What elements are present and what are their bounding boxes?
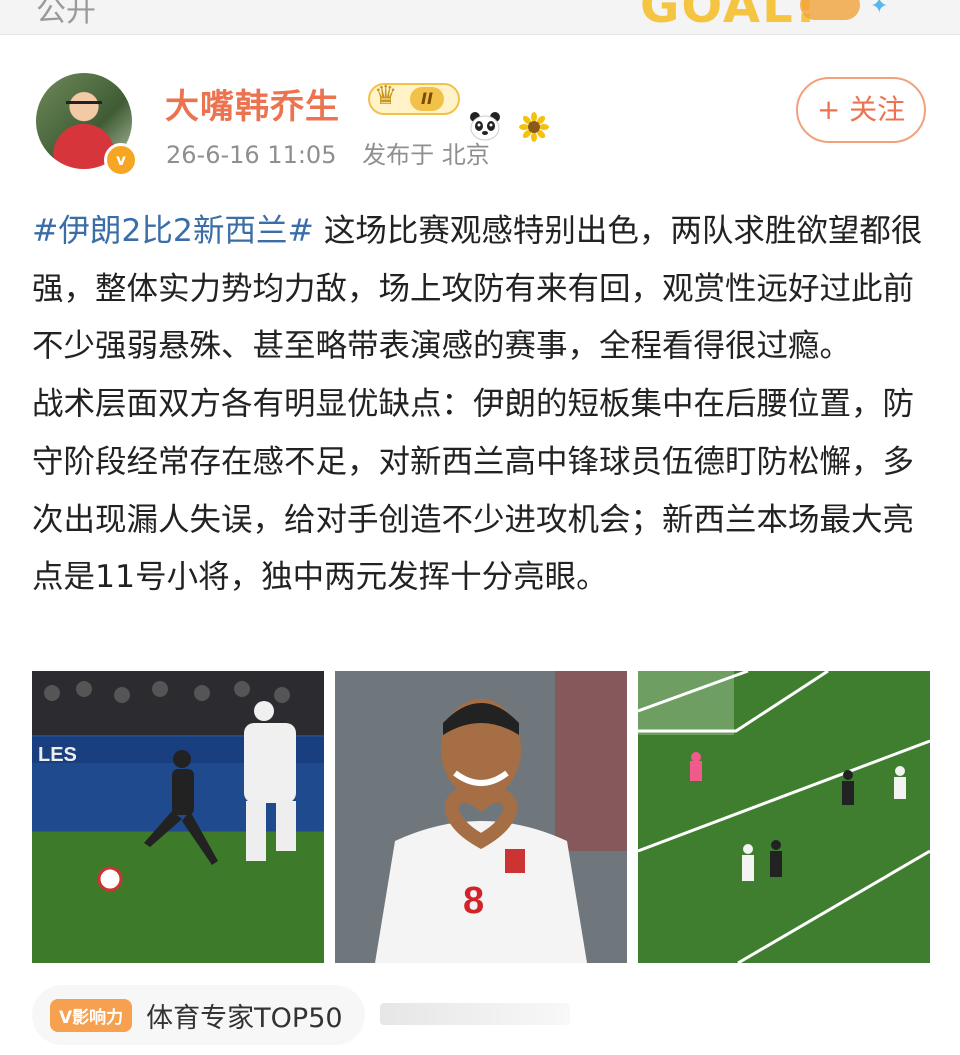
post-meta: 26-6-16 11:05 发布于 北京 <box>166 135 490 170</box>
post-image-1[interactable]: LES <box>32 671 324 963</box>
stadium-board-text: LES <box>38 744 77 766</box>
goal-banner: GOAL! <box>640 0 819 34</box>
post-image-2[interactable]: 8 <box>335 671 627 963</box>
follow-button[interactable]: + 关注 <box>796 77 926 143</box>
photo-3-scene <box>638 671 930 963</box>
paragraph-1: #伊朗2比2新西兰# 这场比赛观感特别出色，两队求胜欲望都很强，整体实力势均力敌… <box>32 203 928 376</box>
influence-badge[interactable]: V影响力 体育专家TOP50 <box>32 985 365 1045</box>
goal-decoration <box>800 0 860 20</box>
vip-level: II <box>410 87 444 111</box>
crown-icon: ♛ <box>374 81 398 111</box>
star-icon: ✦ <box>870 0 889 19</box>
paragraph-2: 战术层面双方各有明显优缺点：伊朗的短板集中在后腰位置，防守阶段经常存在感不足，对… <box>32 386 915 596</box>
photo-2-scene: 8 <box>335 671 627 963</box>
post-body: #伊朗2比2新西兰# 这场比赛观感特别出色，两队求胜欲望都很强，整体实力势均力敌… <box>32 203 928 607</box>
post-location: 发布于 北京 <box>362 141 490 169</box>
verified-badge-icon: v <box>104 143 138 177</box>
author-name[interactable]: 大嘴韩乔生 <box>165 79 340 128</box>
visibility-label: 公开 <box>36 0 96 29</box>
influence-tag: V影响力 <box>50 998 133 1032</box>
obscured-text <box>380 1003 570 1025</box>
photo-1-scene: LES <box>32 681 324 963</box>
hashtag-link[interactable]: #伊朗2比2新西兰# <box>32 213 314 249</box>
top-strip: 公开 GOAL! ✦ <box>0 0 960 34</box>
jersey-number: 8 <box>463 880 484 922</box>
influence-label: 体育专家TOP50 <box>146 1002 343 1034</box>
post-image-3[interactable] <box>638 671 930 963</box>
post-timestamp: 26-6-16 11:05 <box>166 141 337 169</box>
vip-badge[interactable]: ♛ II <box>368 81 460 115</box>
weibo-post-card: v 大嘴韩乔生 ♛ II 26-6-16 11:05 发布于 北京 + 关注 #… <box>0 34 960 1055</box>
avatar-glasses <box>66 101 102 112</box>
sunflower-icon[interactable] <box>518 111 550 143</box>
